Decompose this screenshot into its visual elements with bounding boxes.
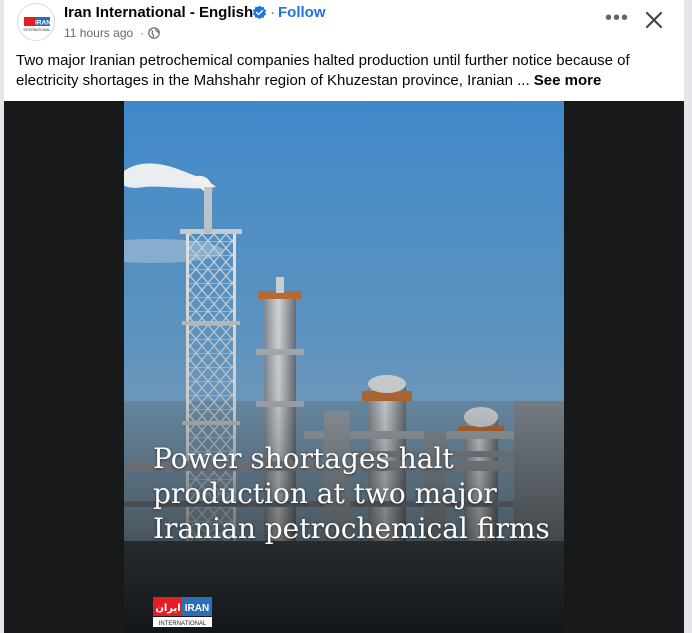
iran-international-watermark: ایران IRAN INTERNATIONAL (153, 597, 212, 627)
petrochemical-plant-image (124, 101, 564, 633)
headline-overlay: Power shortages halt production at two m… (153, 441, 553, 546)
verified-badge-icon (252, 5, 267, 20)
close-icon[interactable] (642, 8, 666, 32)
post-photo[interactable]: Power shortages halt production at two m… (124, 101, 564, 633)
post-message: Two major Iranian petrochemical companie… (16, 51, 676, 91)
timestamp-link[interactable]: 11 hours ago (64, 26, 133, 40)
avatar-logo-text: IRAN (35, 20, 51, 27)
post-meta: 11 hours ago · (64, 25, 160, 41)
watermark-logo-text: IRAN (185, 603, 209, 614)
watermark-persian: ایران (155, 603, 180, 614)
more-options-button[interactable]: ••• (602, 6, 632, 36)
headline-line-2: production at two major (153, 477, 497, 510)
watermark-subtext: INTERNATIONAL (159, 621, 207, 627)
globe-icon[interactable] (148, 27, 160, 39)
post-header: IRAN INTERNATIONAL Iran International - … (4, 0, 684, 50)
iran-international-logo: IRAN INTERNATIONAL (24, 17, 51, 32)
follow-button[interactable]: Follow (278, 4, 326, 22)
post-media[interactable]: Power shortages halt production at two m… (4, 101, 684, 633)
follow-separator: · (270, 4, 275, 21)
meta-separator: · (140, 26, 144, 40)
see-more-button[interactable]: See more (534, 72, 602, 89)
page-name-link[interactable]: Iran International - English (64, 4, 253, 22)
page-avatar[interactable]: IRAN INTERNATIONAL (17, 3, 55, 41)
headline-line-1: Power shortages halt (153, 442, 454, 475)
avatar-logo-subtext: INTERNATIONAL (24, 28, 51, 32)
headline-line-3: Iranian petrochemical firms (153, 512, 550, 545)
feed-post-card: IRAN INTERNATIONAL Iran International - … (4, 0, 684, 633)
